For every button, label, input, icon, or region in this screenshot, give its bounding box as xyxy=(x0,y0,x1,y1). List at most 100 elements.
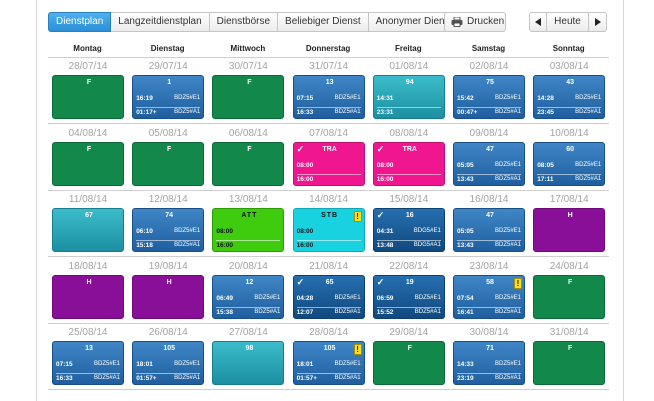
print-button[interactable]: Drucken xyxy=(444,12,506,32)
tab-langzeitdienstplan[interactable]: Langzeitdienstplan xyxy=(111,12,210,32)
shift-card[interactable]: 74 06:10 BDZ5#E1 15:18 BDZ5#A1 xyxy=(132,208,205,253)
day-date: 10/08/14 xyxy=(549,127,589,139)
next-button[interactable] xyxy=(589,12,607,32)
shift-card[interactable]: 47 05:05 BDZ5#E1 13:43 BDZ5#A1 xyxy=(453,208,525,253)
shift-end-code: BDZ5#A1 xyxy=(93,375,120,382)
shift-card[interactable]: 105 18:01 BDZ5#E1 01:57+ BDZ5#A1 xyxy=(132,341,205,386)
shift-card[interactable]: 94 14:31 23:31 xyxy=(372,75,445,119)
shift-card[interactable]: ✓ 19 06:59 BDZ5#E1 15:52 BDZ5#A1 xyxy=(372,274,445,319)
day-date: 28/07/14 xyxy=(68,61,108,72)
shift-start-time: 06:49 xyxy=(216,294,234,302)
tab-beliebiger-dienst[interactable]: Beliebiger Dienst xyxy=(278,12,369,32)
shift-start-time: 08:00 xyxy=(296,228,314,236)
shift-card[interactable]: 13 07:15 BDZ5#E1 16:33 BDZ5#A1 xyxy=(52,341,124,386)
tab-dienstplan[interactable]: Dienstplan xyxy=(48,12,112,32)
shift-start-time: 18:01 xyxy=(136,361,153,369)
day-cell: 01/08/14 94 14:31 23:31 xyxy=(369,58,449,124)
day-date: 14/08/14 xyxy=(309,194,349,206)
shift-start: 08:00 xyxy=(377,162,441,172)
shift-card[interactable]: F xyxy=(52,75,124,119)
shift-end-code: BDZ5#A1 xyxy=(494,175,521,182)
previous-button[interactable] xyxy=(529,12,547,32)
shift-card[interactable]: 12 06:49 BDZ5#E1 15:38 BDZ5#A1 xyxy=(212,274,285,319)
shift-card[interactable]: H xyxy=(533,208,606,253)
shift-end-time: 23:45 xyxy=(537,109,554,116)
shift-card[interactable]: 98 xyxy=(212,341,285,386)
shift-start-code: BDZ5#E1 xyxy=(174,361,201,368)
shift-end: 13:43 BDZ5#A1 xyxy=(457,240,521,250)
shift-start-time: 14:28 xyxy=(537,95,554,102)
shift-card[interactable]: F xyxy=(132,141,205,186)
shift-start: 08:05 BDZ5#E1 xyxy=(537,162,601,172)
day-cell: 28/07/14 F xyxy=(48,58,128,124)
day-date: 30/07/14 xyxy=(228,61,268,72)
shift-card[interactable]: ✓ TRA 08:00 16:00 xyxy=(372,141,445,186)
shift-card[interactable]: H xyxy=(132,274,205,319)
shift-start-time: 14:33 xyxy=(457,361,474,369)
shift-card[interactable]: ! 105 18:01 BDZ5#E1 01:57+ BDZ5#A1 xyxy=(292,341,365,386)
week-row: 25/08/14 13 07:15 BDZ5#E1 16:33 BDZ5#A1 26/08/… xyxy=(48,324,609,391)
shift-card[interactable]: ✓ 65 04:28 BDZ5#E1 12:07 BDZ5#A1 xyxy=(292,274,365,319)
tab-dienstboerse[interactable]: Dienstbörse xyxy=(209,12,279,32)
shift-start-code: BDZ5#E1 xyxy=(334,294,361,301)
shift-card[interactable]: F xyxy=(372,341,445,386)
day-cell: 27/08/14 98 xyxy=(208,324,288,390)
shift-start: 07:15 BDZ5#E1 xyxy=(297,95,361,105)
shift-end-time: 16:00 xyxy=(296,242,314,250)
arrow-left-icon xyxy=(535,18,541,26)
day-cell: 18/08/14 H xyxy=(48,258,128,324)
shift-start: 18:01 BDZ5#E1 xyxy=(136,361,200,371)
shift-start-time: 06:10 xyxy=(136,228,153,236)
shift-card[interactable]: ✓ 16 04:31 BDG5#E1 13:48 BDG5#A1 xyxy=(372,208,445,253)
day-date: 17/08/14 xyxy=(549,194,589,206)
shift-card[interactable]: F xyxy=(212,141,285,186)
shift-label: 43 xyxy=(566,79,575,86)
shift-card[interactable]: ! STB 08:00 16:00 xyxy=(292,208,365,253)
shift-start-code: BDZ5#E1 xyxy=(494,95,521,101)
shift-card[interactable]: F xyxy=(533,274,606,319)
shift-label: 98 xyxy=(245,345,254,353)
today-button[interactable]: Heute xyxy=(547,12,589,32)
shift-card[interactable]: 13 07:15 BDZ5#E1 16:33 BDZ5#A1 xyxy=(292,75,365,119)
day-date: 06/08/14 xyxy=(228,127,268,139)
shift-label: STB xyxy=(321,212,339,220)
shift-end-time: 13:43 xyxy=(457,175,474,183)
shift-card[interactable]: H xyxy=(52,274,124,319)
shift-card[interactable]: ATT 08:00 16:00 xyxy=(212,208,285,253)
shift-start-code: BDZ5#E1 xyxy=(575,95,602,101)
shift-end-time: 12:07 xyxy=(296,308,314,316)
shift-label: 74 xyxy=(165,212,174,220)
shift-end-time: 01:57+ xyxy=(136,375,157,383)
shift-card[interactable]: F xyxy=(533,341,606,386)
printer-icon xyxy=(451,17,463,27)
day-cell: 10/08/14 60 08:05 BDZ5#E1 17:11 BDZ5#A1 xyxy=(529,125,609,191)
day-cell: 17/08/14 H xyxy=(529,191,609,257)
shift-card[interactable]: 60 08:05 BDZ5#E1 17:11 BDZ5#A1 xyxy=(533,141,606,186)
shift-card[interactable]: 71 14:33 BDZ5#E1 23:19 BDZ5#A1 xyxy=(453,341,525,386)
shift-label: 67 xyxy=(85,212,93,220)
shift-start-code: BDG5#E1 xyxy=(413,228,441,235)
shift-start-time: 08:05 xyxy=(537,161,554,169)
shift-end: 16:00 xyxy=(296,240,361,250)
shift-card[interactable]: 47 05:05 BDZ5#E1 13:43 BDZ5#A1 xyxy=(453,141,525,186)
shift-card[interactable]: 43 14:28 BDZ5#E1 23:45 BDZ5#A1 xyxy=(533,75,606,119)
shift-card[interactable]: 67 xyxy=(52,208,124,253)
shift-start-code: BDZ5#E1 xyxy=(494,228,521,235)
day-date: 24/08/14 xyxy=(549,260,589,272)
shift-card[interactable]: 75 15:42 BDZ5#E1 00:47+ BDZ5#A1 xyxy=(453,75,525,119)
shift-start: 04:31 BDG5#E1 xyxy=(377,228,441,238)
shift-label: 60 xyxy=(566,145,575,153)
shift-card[interactable]: ✓ TRA 08:00 16:00 xyxy=(292,141,365,186)
day-cell: 31/07/14 13 07:15 BDZ5#E1 16:33 BDZ5#A1 xyxy=(289,58,369,124)
shift-card[interactable]: ! 58 07:54 BDZ5#E1 16:41 BDZ5#A1 xyxy=(453,274,525,319)
shift-card[interactable]: F xyxy=(52,141,124,186)
shift-label: H xyxy=(567,212,573,220)
shift-end: 13:43 BDZ5#A1 xyxy=(457,173,521,184)
shift-end-code: BDZ5#A1 xyxy=(414,308,441,315)
shift-end-time: 13:48 xyxy=(376,242,394,250)
shift-label: H xyxy=(86,278,92,286)
shift-card[interactable]: F xyxy=(212,75,285,119)
shift-start-code: BDZ5#E1 xyxy=(494,161,521,168)
day-cell: 16/08/14 47 05:05 BDZ5#E1 13:43 BDZ5#A1 xyxy=(449,191,529,257)
shift-card[interactable]: 1 16:19 BDZ5#E1 01:17+ BDZ5#A1 xyxy=(132,75,205,119)
